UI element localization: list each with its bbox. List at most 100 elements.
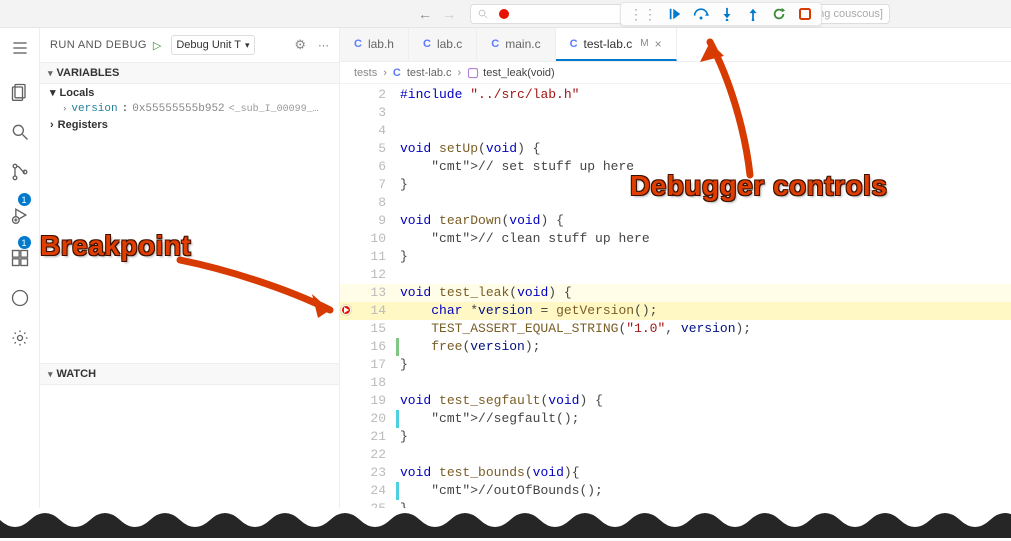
code-text[interactable]: "cmt">// clean stuff up here — [400, 230, 650, 248]
run-debug-icon[interactable] — [10, 205, 30, 225]
glyph-margin[interactable] — [340, 212, 352, 230]
code-line[interactable]: 9void tearDown(void) { — [340, 212, 1011, 230]
step-out-button[interactable] — [745, 6, 761, 22]
code-line[interactable]: 21} — [340, 428, 1011, 446]
line-number[interactable]: 11 — [352, 248, 400, 266]
code-text[interactable]: void setUp(void) { — [400, 140, 540, 158]
code-line[interactable]: 20 "cmt">//segfault(); — [340, 410, 1011, 428]
code-text[interactable]: } — [400, 356, 408, 374]
glyph-margin[interactable] — [340, 320, 352, 338]
registers-header[interactable]: › Registers — [40, 117, 339, 133]
continue-button[interactable] — [667, 6, 683, 22]
line-number[interactable]: 24 — [352, 482, 400, 500]
line-number[interactable]: 9 — [352, 212, 400, 230]
glyph-margin[interactable] — [340, 410, 352, 428]
line-number[interactable]: 12 — [352, 266, 400, 284]
code-text[interactable]: #include "../src/lab.h" — [400, 86, 579, 104]
code-line[interactable]: 7} — [340, 176, 1011, 194]
glyph-margin[interactable] — [340, 446, 352, 464]
code-line[interactable]: 19void test_segfault(void) { — [340, 392, 1011, 410]
glyph-margin[interactable] — [340, 302, 352, 320]
code-text[interactable]: TEST_ASSERT_EQUAL_STRING("1.0", version)… — [400, 320, 751, 338]
code-line[interactable]: 5void setUp(void) { — [340, 140, 1011, 158]
start-debug-button[interactable]: ▷ — [153, 39, 161, 52]
breadcrumb-file[interactable]: test-lab.c — [407, 67, 452, 79]
close-tab-icon[interactable]: × — [655, 37, 662, 51]
code-line[interactable]: 8 — [340, 194, 1011, 212]
editor-tab[interactable]: C main.c — [477, 27, 555, 61]
extensions-icon[interactable] — [10, 248, 30, 268]
code-text[interactable]: char *version = getVersion(); — [400, 302, 657, 320]
glyph-margin[interactable] — [340, 86, 352, 104]
line-number[interactable]: 14 — [352, 302, 400, 320]
code-text[interactable]: } — [400, 428, 408, 446]
line-number[interactable]: 7 — [352, 176, 400, 194]
glyph-margin[interactable] — [340, 392, 352, 410]
editor-tab[interactable]: C lab.c — [409, 27, 477, 61]
locals-header[interactable]: ▾ Locals — [40, 84, 339, 101]
glyph-margin[interactable] — [340, 356, 352, 374]
code-line[interactable]: 15 TEST_ASSERT_EQUAL_STRING("1.0", versi… — [340, 320, 1011, 338]
code-line[interactable]: 2#include "../src/lab.h" — [340, 86, 1011, 104]
code-line[interactable]: 13void test_leak(void) { — [340, 284, 1011, 302]
glyph-margin[interactable] — [340, 122, 352, 140]
code-line[interactable]: 16 free(version); — [340, 338, 1011, 356]
stop-button[interactable] — [797, 6, 813, 22]
line-number[interactable]: 6 — [352, 158, 400, 176]
code-text[interactable]: "cmt">//outOfBounds(); — [400, 482, 603, 500]
glyph-margin[interactable] — [340, 266, 352, 284]
code-line[interactable]: 24 "cmt">//outOfBounds(); — [340, 482, 1011, 500]
code-editor[interactable]: 2#include "../src/lab.h"345void setUp(vo… — [340, 84, 1011, 538]
nav-forward-icon[interactable]: → — [442, 6, 456, 22]
line-number[interactable]: 18 — [352, 374, 400, 392]
step-into-button[interactable] — [719, 6, 735, 22]
code-text[interactable]: } — [400, 248, 408, 266]
line-number[interactable]: 19 — [352, 392, 400, 410]
settings-gear-icon[interactable] — [10, 328, 30, 348]
code-text[interactable]: "cmt">//segfault(); — [400, 410, 579, 428]
line-number[interactable]: 21 — [352, 428, 400, 446]
line-number[interactable]: 22 — [352, 446, 400, 464]
code-line[interactable]: 11} — [340, 248, 1011, 266]
code-text[interactable]: void test_segfault(void) { — [400, 392, 603, 410]
code-text[interactable]: void test_leak(void) { — [400, 284, 572, 302]
line-number[interactable]: 2 — [352, 86, 400, 104]
glyph-margin[interactable] — [340, 338, 352, 356]
glyph-margin[interactable] — [340, 158, 352, 176]
glyph-margin[interactable] — [340, 140, 352, 158]
line-number[interactable]: 23 — [352, 464, 400, 482]
github-icon[interactable] — [10, 288, 30, 308]
code-text[interactable]: } — [400, 176, 408, 194]
breadcrumb-folder[interactable]: tests — [354, 67, 377, 79]
restart-button[interactable] — [771, 6, 787, 22]
code-line[interactable]: 3 — [340, 104, 1011, 122]
glyph-margin[interactable] — [340, 374, 352, 392]
code-line[interactable]: 14 char *version = getVersion(); — [340, 302, 1011, 320]
glyph-margin[interactable] — [340, 176, 352, 194]
code-text[interactable]: void test_bounds(void){ — [400, 464, 580, 482]
glyph-margin[interactable] — [340, 104, 352, 122]
source-control-icon[interactable] — [10, 162, 30, 182]
glyph-margin[interactable] — [340, 482, 352, 500]
code-text[interactable]: void tearDown(void) { — [400, 212, 564, 230]
glyph-margin[interactable] — [340, 248, 352, 266]
glyph-margin[interactable] — [340, 428, 352, 446]
line-number[interactable]: 4 — [352, 122, 400, 140]
code-line[interactable]: 18 — [340, 374, 1011, 392]
line-number[interactable]: 15 — [352, 320, 400, 338]
editor-tab[interactable]: C test-lab.c M × — [556, 27, 677, 61]
variable-row[interactable]: › version: 0x55555555b952 <_sub_I_00099_… — [40, 101, 339, 117]
editor-tab[interactable]: C lab.h — [340, 27, 409, 61]
search-icon[interactable] — [10, 122, 30, 142]
line-number[interactable]: 16 — [352, 338, 400, 356]
code-line[interactable]: 17} — [340, 356, 1011, 374]
menu-icon[interactable] — [10, 38, 30, 58]
drag-grip-icon[interactable]: ⋮⋮ — [629, 6, 657, 23]
code-line[interactable]: 23void test_bounds(void){ — [340, 464, 1011, 482]
debug-toolbar[interactable]: ⋮⋮ — [620, 2, 822, 26]
breakpoint-icon[interactable] — [341, 305, 351, 315]
breadcrumb-symbol[interactable]: test_leak(void) — [483, 67, 555, 79]
code-line[interactable]: 4 — [340, 122, 1011, 140]
code-line[interactable]: 22 — [340, 446, 1011, 464]
glyph-margin[interactable] — [340, 464, 352, 482]
